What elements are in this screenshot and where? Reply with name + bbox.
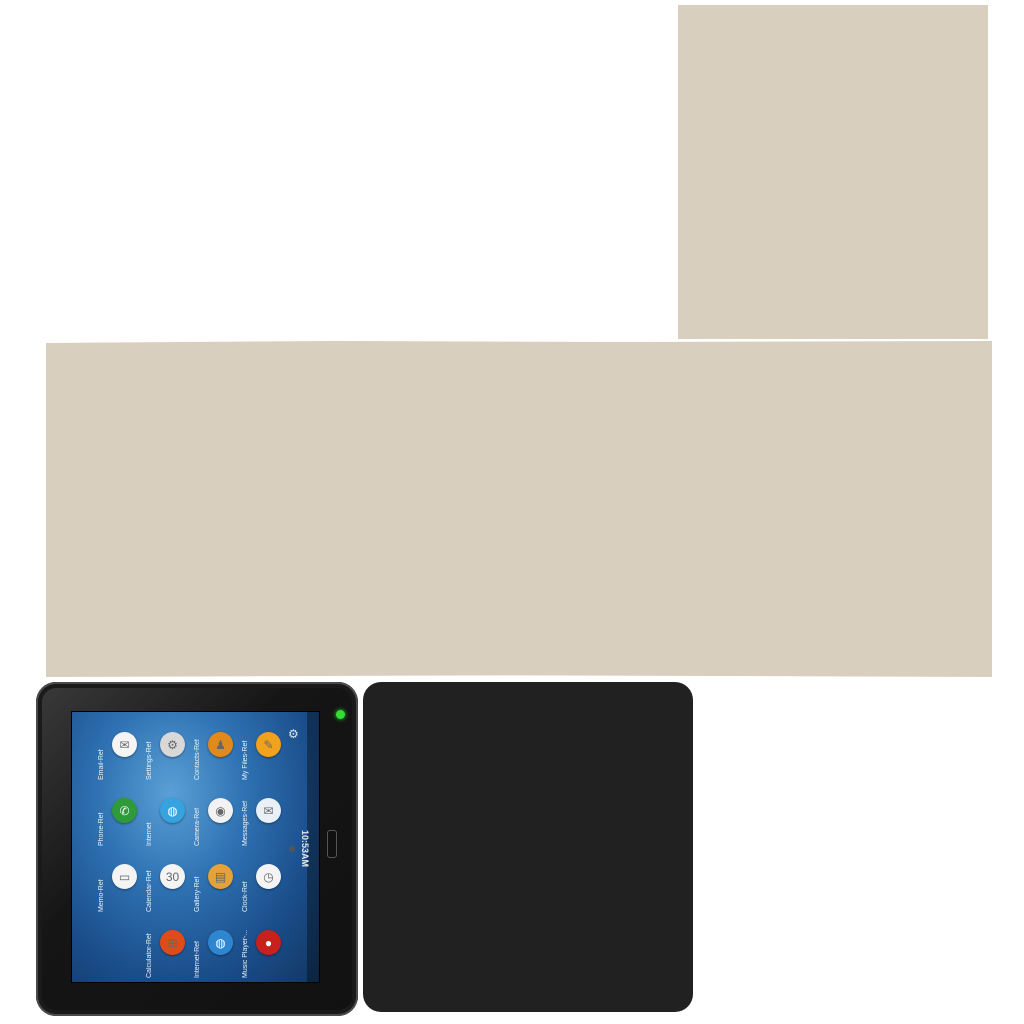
app-contacts[interactable]: Contacts-Ref ♟ bbox=[192, 718, 244, 780]
settings-icon: ⚙ bbox=[160, 732, 185, 757]
status-clock: 10:53AM bbox=[300, 830, 310, 868]
app-label: Email-Ref bbox=[98, 749, 105, 780]
tablet-screen: My Files-Ref ✎ Messages-Ref ✉ Clock-Ref ◷ Musi… bbox=[72, 712, 319, 982]
calendar-icon: 30 bbox=[160, 864, 185, 889]
app-music-player[interactable]: Music Player-... ● bbox=[240, 916, 292, 978]
gear-icon[interactable]: ⚙ bbox=[288, 728, 299, 740]
app-label: Memo-Ref bbox=[98, 879, 105, 912]
app-settings[interactable]: Settings-Ref ⚙ bbox=[144, 718, 196, 780]
app-grid: My Files-Ref ✎ Messages-Ref ✉ Clock-Ref ◷ Musi… bbox=[72, 712, 319, 982]
front-camera-icon bbox=[289, 846, 295, 852]
app-calendar[interactable]: Calendar-Ref 30 bbox=[144, 850, 196, 912]
app-gallery[interactable]: Gallery-Ref ▤ bbox=[192, 850, 244, 912]
tablet-device: My Files-Ref ✎ Messages-Ref ✉ Clock-Ref ◷ Musi… bbox=[36, 682, 358, 1016]
backdrop-panel-top bbox=[678, 5, 988, 339]
app-phone[interactable]: Phone-Ref ✆ bbox=[96, 784, 148, 846]
calculator-icon: ⊞ bbox=[160, 930, 185, 955]
music-player-icon: ● bbox=[256, 930, 281, 955]
app-camera[interactable]: Camera-Ref ◉ bbox=[192, 784, 244, 846]
phone-icon: ✆ bbox=[112, 798, 137, 823]
app-folder[interactable]: My Files-Ref ✎ bbox=[240, 718, 292, 780]
folder-icon: ✎ bbox=[256, 732, 281, 757]
internet-icon: ◍ bbox=[208, 930, 233, 955]
app-memo[interactable]: Memo-Ref ▭ bbox=[96, 850, 148, 912]
contacts-icon: ♟ bbox=[208, 732, 233, 757]
app-email[interactable]: Email-Ref ✉ bbox=[96, 718, 148, 780]
app-internet[interactable]: Internet-Ref ◍ bbox=[192, 916, 244, 978]
camera-icon: ◉ bbox=[208, 798, 233, 823]
globe-icon: ◍ bbox=[160, 798, 185, 823]
tablet-back-cover bbox=[363, 682, 693, 1012]
app-calculator[interactable]: Calculator-Ref ⊞ bbox=[144, 916, 196, 978]
memo-icon: ▭ bbox=[112, 864, 137, 889]
app-messages[interactable]: Messages-Ref ✉ bbox=[240, 784, 292, 846]
app-label: Calculator-Ref bbox=[146, 933, 153, 978]
status-led bbox=[336, 710, 345, 719]
home-button[interactable] bbox=[327, 830, 337, 858]
app-label: Phone-Ref bbox=[98, 812, 105, 846]
messages-icon: ✉ bbox=[256, 798, 281, 823]
backdrop-panel-main bbox=[46, 341, 992, 677]
app-globe[interactable]: Internet ◍ bbox=[144, 784, 196, 846]
email-icon: ✉ bbox=[112, 732, 137, 757]
gallery-icon: ▤ bbox=[208, 864, 233, 889]
app-clock[interactable]: Clock-Ref ◷ bbox=[240, 850, 292, 912]
clock-icon: ◷ bbox=[256, 864, 281, 889]
